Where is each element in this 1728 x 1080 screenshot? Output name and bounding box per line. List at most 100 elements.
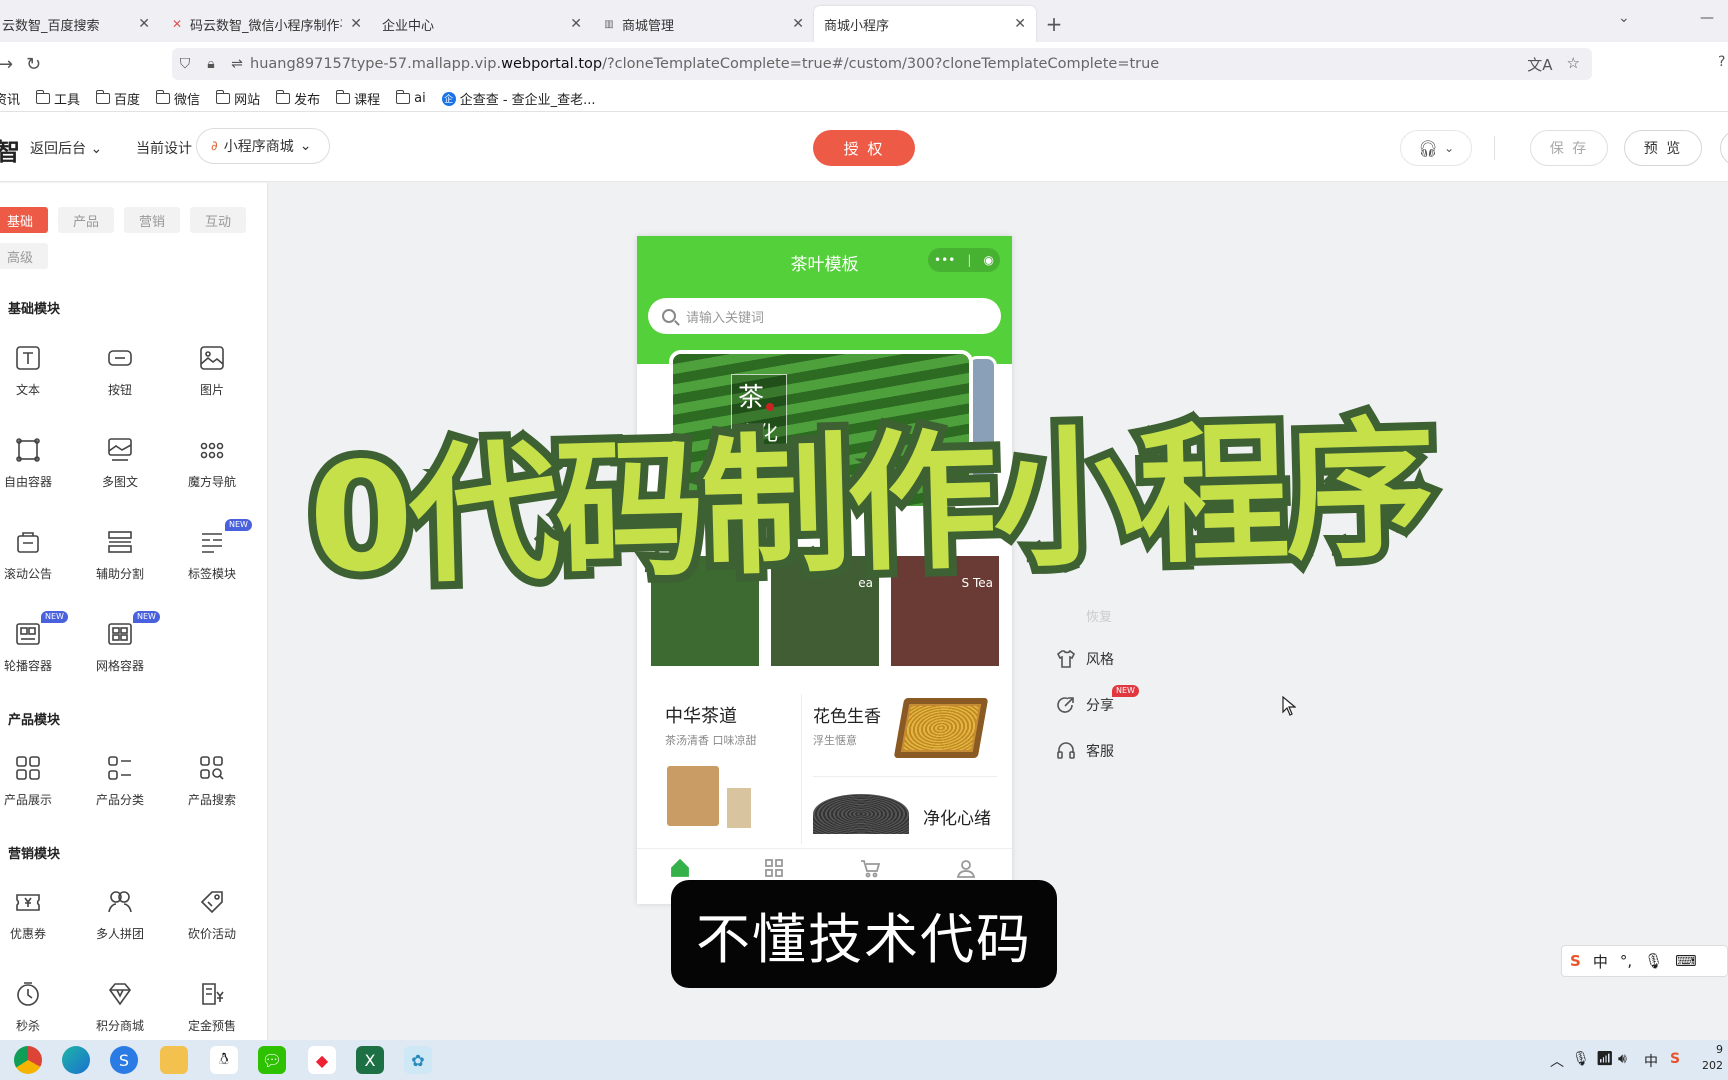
clock[interactable]: 9 202 xyxy=(1702,1042,1723,1074)
bookmark-folder[interactable]: 工具 xyxy=(35,89,80,108)
translate-icon[interactable]: 文A xyxy=(1527,54,1552,75)
component-product-category[interactable]: 产品分类 xyxy=(80,753,160,823)
authorize-button[interactable]: 授 权 xyxy=(813,130,915,166)
bookmark[interactable]: 资讯 xyxy=(0,89,20,108)
component-tag-module[interactable]: NEW 标签模块 xyxy=(172,519,252,597)
close-icon[interactable]: ✕ xyxy=(138,16,150,32)
search-placeholder: 请输入关键词 xyxy=(686,310,765,326)
component-group-buy[interactable]: 多人拼团 xyxy=(80,887,160,957)
divider xyxy=(801,694,802,844)
user-icon[interactable] xyxy=(955,857,979,881)
capcut-icon[interactable]: ◆ xyxy=(308,1046,336,1074)
restore-button[interactable]: 恢复 xyxy=(1086,606,1112,625)
component-flash-sale[interactable]: 秒杀 xyxy=(0,979,68,1040)
tab-advanced[interactable]: 高级 xyxy=(0,243,48,269)
component-multi-image[interactable]: 多图文 xyxy=(80,435,160,505)
punctuation-icon[interactable]: °, xyxy=(1620,952,1632,970)
search-bar[interactable]: 请输入关键词 xyxy=(648,298,1001,334)
minimize-icon[interactable]: — xyxy=(1700,10,1714,26)
chevron-up-icon[interactable]: ︿ xyxy=(1550,1051,1564,1071)
section-title: 基础模块 xyxy=(8,302,61,317)
home-icon[interactable] xyxy=(669,857,693,881)
edge-icon[interactable] xyxy=(62,1046,90,1074)
extension-icon[interactable]: ? xyxy=(1718,54,1725,70)
wechat-icon[interactable]: 💬︎ xyxy=(258,1046,286,1074)
browser-tab[interactable]: 云数智_百度搜索 ✕ xyxy=(0,6,160,42)
ime-language-indicator[interactable]: 中 xyxy=(1644,1051,1658,1071)
publish-button[interactable] xyxy=(1720,130,1728,166)
microphone-icon[interactable]: 🎙︎ xyxy=(1644,952,1663,970)
microphone-icon[interactable]: 🎙︎ xyxy=(1572,1051,1590,1067)
component-label: 标签模块 xyxy=(187,567,236,581)
component-bargain[interactable]: 砍价活动 xyxy=(172,887,252,957)
address-bar[interactable]: ⛉ 🔒︎ ⇌ huang897157type-57.mallapp.vip.we… xyxy=(172,48,1592,80)
category-icon[interactable] xyxy=(763,857,787,881)
new-tab-button[interactable]: + xyxy=(1036,6,1072,42)
divider xyxy=(1494,136,1495,160)
back-to-admin-button[interactable]: 返回后台 ⌄ xyxy=(30,138,102,158)
preview-button[interactable]: 预 览 xyxy=(1624,130,1702,166)
network-icon[interactable]: 📶︎ xyxy=(1596,1051,1614,1067)
component-divider[interactable]: 辅助分割 xyxy=(80,527,160,597)
bookmark-folder[interactable]: 微信 xyxy=(155,89,200,108)
tab-product[interactable]: 产品 xyxy=(58,207,114,233)
browser-tab-active[interactable]: 商城小程序 ✕ xyxy=(814,6,1036,42)
customer-service-menu-item[interactable]: 客服 xyxy=(1056,741,1114,761)
customer-service-button[interactable]: 🎧︎ ⌄ xyxy=(1400,130,1472,166)
app-flower-icon[interactable]: ✿ xyxy=(404,1046,432,1074)
file-explorer-icon[interactable] xyxy=(160,1046,188,1074)
design-select[interactable]: ∂ 小程序商城 ⌄ xyxy=(196,128,330,164)
close-icon[interactable]: ✕ xyxy=(350,16,362,32)
component-product-search[interactable]: 产品搜索 xyxy=(172,753,252,823)
bookmark-folder[interactable]: 课程 xyxy=(335,89,380,108)
close-icon[interactable]: ✕ xyxy=(792,16,804,32)
cart-icon[interactable] xyxy=(859,857,883,881)
ime-language[interactable]: 中 xyxy=(1593,951,1608,972)
product-name[interactable]: 净化心绪 xyxy=(923,804,991,829)
bookmark-folder[interactable]: 网站 xyxy=(215,89,260,108)
bookmark[interactable]: 企企查查 - 查企业_查老... xyxy=(441,89,596,108)
forward-icon[interactable]: → xyxy=(0,54,13,75)
sogou-browser-icon[interactable]: S xyxy=(110,1046,138,1074)
component-coupon[interactable]: 优惠券 xyxy=(0,887,68,957)
volume-icon[interactable]: 🔊︎ xyxy=(1618,1051,1627,1067)
chrome-icon[interactable] xyxy=(14,1046,42,1074)
bookmark-folder[interactable]: 百度 xyxy=(95,89,140,108)
browser-tab[interactable]: ▥ 商城管理 ✕ xyxy=(592,6,814,42)
tea-bag-image xyxy=(667,766,719,826)
browser-tab[interactable]: ✕ 码云数智_微信小程序制作平台_ ✕ xyxy=(160,6,372,42)
product-name[interactable]: 花色生香 xyxy=(813,702,881,727)
star-icon[interactable]: ☆ xyxy=(1567,54,1580,75)
reload-icon[interactable]: ↻ xyxy=(26,54,41,75)
product-name[interactable]: 中华茶道 xyxy=(665,702,737,728)
site-settings-icon[interactable]: ⇌ xyxy=(224,56,250,72)
close-icon[interactable]: ✕ xyxy=(1014,16,1026,32)
keyboard-icon[interactable]: ⌨ xyxy=(1675,952,1697,970)
component-text[interactable]: 文本 xyxy=(0,343,68,413)
sogou-tray-icon[interactable]: S xyxy=(1670,1051,1680,1067)
tab-interaction[interactable]: 互动 xyxy=(190,207,246,233)
component-grid-container[interactable]: NEW 网格容器 xyxy=(80,611,160,689)
ime-toolbar[interactable]: S 中 °, 🎙︎ ⌨ xyxy=(1561,945,1728,977)
component-points-mall[interactable]: 积分商城 xyxy=(80,979,160,1040)
save-button[interactable]: 保 存 xyxy=(1530,130,1608,166)
bookmark-folder[interactable]: 发布 xyxy=(275,89,320,108)
component-image[interactable]: 图片 xyxy=(172,343,252,413)
component-free-container[interactable]: 自由容器 xyxy=(0,435,68,505)
tab-marketing[interactable]: 营销 xyxy=(124,207,180,233)
qq-icon[interactable]: 🐧︎ xyxy=(210,1046,238,1074)
component-magic-nav[interactable]: 魔方导航 xyxy=(172,435,252,505)
share-menu-item[interactable]: 分享 NEW xyxy=(1056,685,1139,715)
component-button[interactable]: 按钮 xyxy=(80,343,160,413)
component-carousel[interactable]: NEW 轮播容器 xyxy=(0,611,68,689)
bookmark-folder[interactable]: ai xyxy=(395,90,426,106)
close-icon[interactable]: ✕ xyxy=(570,16,582,32)
component-product-display[interactable]: 产品展示 xyxy=(0,753,68,823)
component-presale[interactable]: 定金预售 xyxy=(172,979,252,1040)
chevron-down-icon[interactable]: ⌄ xyxy=(1618,10,1630,26)
component-scroll-notice[interactable]: 滚动公告 xyxy=(0,527,68,597)
style-menu-item[interactable]: 风格 xyxy=(1056,649,1114,669)
tab-basic[interactable]: 基础 xyxy=(0,207,48,233)
excel-icon[interactable]: X xyxy=(356,1046,384,1074)
browser-tab[interactable]: 企业中心 ✕ xyxy=(372,6,592,42)
